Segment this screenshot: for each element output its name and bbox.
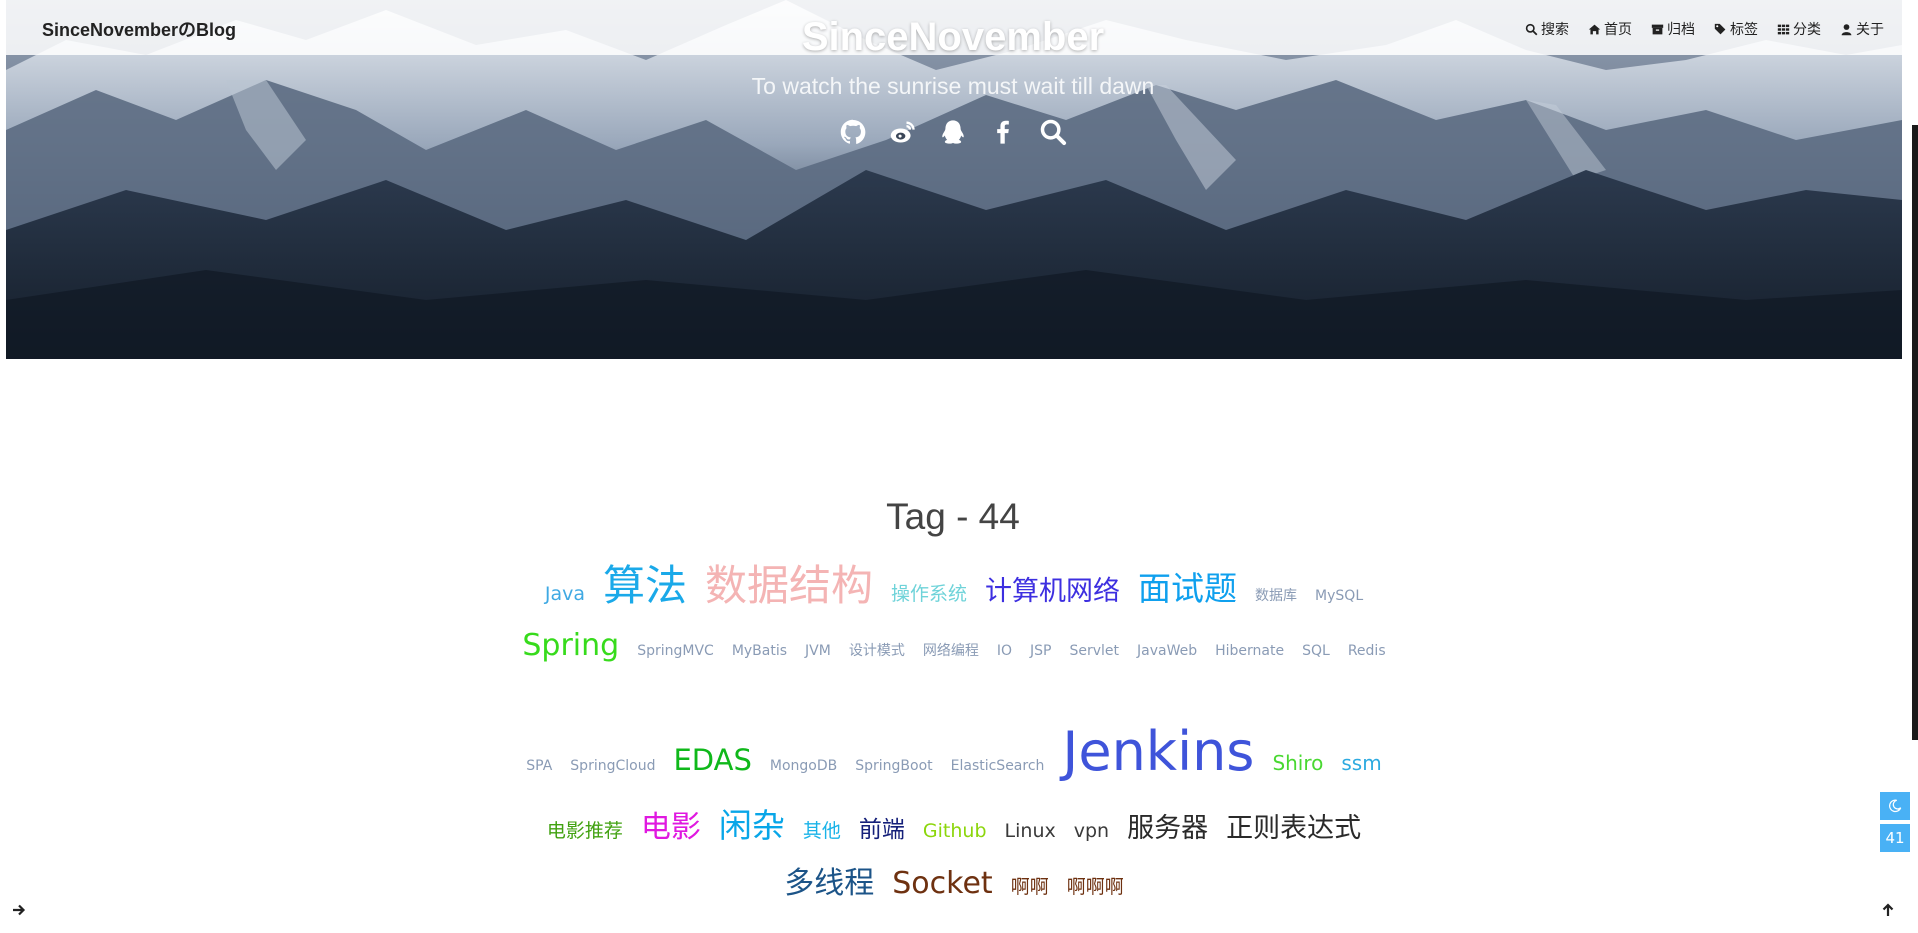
tag-link[interactable]: SpringBoot [855,759,932,773]
github-link[interactable] [838,117,868,147]
arrow-right-icon [13,904,26,916]
search-icon [1040,119,1067,146]
tag-link[interactable]: 其他 [803,822,841,841]
facebook-icon [997,120,1009,144]
tag-link[interactable]: MyBatis [732,644,787,658]
tag-row: 电影推荐 电影 闲杂 其他 前端 Github Linux vpn 服务器 正则表达式 [520,809,1388,869]
tag-link[interactable]: 闲杂 [719,809,785,842]
tag-link[interactable]: Linux [1005,822,1056,841]
tag-link[interactable]: Shiro [1272,753,1323,773]
page-scrollbar[interactable] [1912,125,1918,740]
back-to-top-button[interactable] [1880,902,1900,922]
tag-link[interactable]: MongoDB [770,759,837,773]
tag-link[interactable]: MySQL [1315,589,1363,603]
facebook-link[interactable] [988,117,1018,147]
tag-link[interactable]: ElasticSearch [951,759,1045,773]
tag-cloud: Java 算法 数据结构 操作系统 计算机网络 面试题 数据库 MySQL Spring Spr… [520,565,1388,919]
tag-link[interactable]: 面试题 [1138,572,1237,605]
tag-link[interactable]: 啊啊 [1011,878,1049,897]
tag-link[interactable]: vpn [1074,822,1109,841]
tag-link[interactable]: 数据库 [1255,589,1297,603]
tag-link[interactable]: 服务器 [1127,815,1208,842]
tag-link[interactable]: 计算机网络 [985,578,1120,605]
tag-link[interactable]: EDAS [673,746,751,775]
reading-progress-button[interactable]: 41 [1880,824,1910,852]
arrow-up-icon [1882,903,1894,916]
weibo-icon [890,121,915,143]
tag-link[interactable]: JVM [805,644,831,658]
qq-link[interactable] [938,117,968,147]
tag-link[interactable]: IO [997,644,1012,658]
site-title: SinceNovember [801,15,1105,59]
site-subtitle: To watch the sunrise must wait till dawn [751,73,1155,99]
tag-row: 多线程 Socket 啊啊 啊啊啊 [520,869,1388,919]
sidebar-toggle-button[interactable] [11,902,31,922]
tag-link[interactable]: 数据结构 [705,565,873,607]
tag-row: Java 算法 数据结构 操作系统 计算机网络 面试题数据库 MySQL [520,565,1388,631]
tag-link[interactable]: 正则表达式 [1226,815,1361,842]
tag-link[interactable]: Hibernate [1215,644,1284,658]
search-link[interactable] [1038,117,1068,147]
tag-link[interactable]: Github [923,822,987,841]
tag-link[interactable]: SQL [1302,644,1330,658]
tag-link[interactable]: Redis [1348,644,1386,658]
social-links [0,117,1906,147]
tag-link[interactable]: SpringMVC [637,644,714,658]
tag-link[interactable]: 算法 [603,565,687,607]
tag-link[interactable]: 多线程 [784,869,874,899]
github-icon [840,119,866,144]
tag-link[interactable]: Java [545,585,585,604]
tag-link[interactable]: Servlet [1069,644,1119,658]
tag-link[interactable]: 电影 [641,813,701,843]
tag-link[interactable]: Spring [522,631,619,661]
moon-icon [1889,799,1902,813]
tag-row: SPA SpringCloud EDAS MongoDB SpringBoot Elast… [520,725,1388,805]
tag-link[interactable]: JavaWeb [1137,644,1197,658]
tag-link[interactable]: 设计模式 [849,644,905,658]
tag-link[interactable]: SPA [526,759,552,773]
tag-link[interactable]: 网络编程 [923,644,979,658]
tag-link[interactable]: 电影推荐 [547,822,623,841]
tag-link[interactable]: Jenkins [1062,725,1254,779]
weibo-link[interactable] [888,117,918,147]
darkmode-toggle-button[interactable] [1880,792,1910,820]
qq-icon [942,120,964,144]
tag-link[interactable]: JSP [1030,644,1051,658]
tag-link[interactable]: ssm [1341,753,1381,773]
tag-link[interactable]: SpringCloud [570,759,655,773]
tag-link[interactable]: 操作系统 [891,585,967,604]
page-title: Tag - 44 [886,496,1020,537]
tag-link[interactable]: Socket [892,869,992,899]
tag-link[interactable]: 啊啊啊 [1067,878,1124,897]
tag-link[interactable]: 前端 [859,819,905,842]
tag-row: Spring SpringMVC MyBatis JVM 设计模式 网络编程 IO JSP Se… [520,631,1388,719]
